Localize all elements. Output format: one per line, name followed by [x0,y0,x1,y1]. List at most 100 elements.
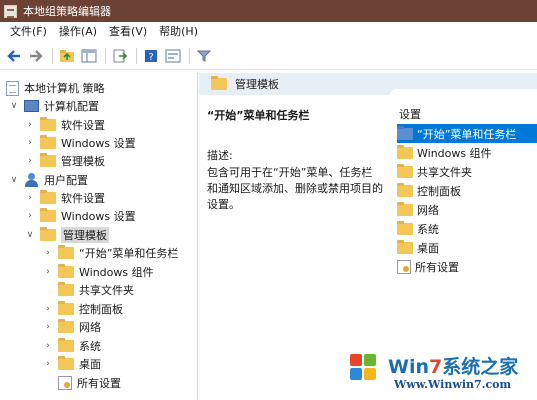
chevron-down-icon[interactable]: ∨ [24,230,36,240]
computer-icon [24,100,39,112]
chevron-right-icon[interactable]: › [42,267,54,277]
filter-icon[interactable] [194,46,214,66]
tree-user-config-label: 用户配置 [44,174,88,187]
tree-computer-windows-settings[interactable]: › Windows 设置 [24,134,136,152]
tree-user-admin-templates[interactable]: ∨ 管理模板 [24,226,109,244]
policy-document-icon [6,80,19,96]
tree-network[interactable]: › 网络 [42,318,101,336]
folder-icon [40,153,56,167]
settings-column-header[interactable]: 设置 [397,106,537,124]
all-settings-icon [58,376,72,390]
chevron-right-icon[interactable]: › [42,304,54,314]
toolbar: ? [0,42,537,70]
list-item[interactable]: 网络 [397,200,537,219]
menu-help[interactable]: 帮助(H) [153,22,204,42]
folder-icon [40,117,56,131]
list-item-label: 所有设置 [415,260,459,274]
tree-control-panel[interactable]: › 控制面板 [42,300,123,318]
tree-user-windows-settings[interactable]: › Windows 设置 [24,207,136,225]
tree-root[interactable]: 本地计算机 策略 [6,79,105,97]
folder-icon [397,201,413,216]
list-item-label: 共享文件夹 [417,165,472,179]
list-item[interactable]: 桌面 [397,238,537,257]
folder-icon [40,208,56,222]
tree-item-label: Windows 设置 [61,210,136,223]
tree-root-label: 本地计算机 策略 [24,82,105,95]
chevron-right-icon[interactable]: › [24,138,36,148]
policy-editor-app-icon [4,4,17,18]
menu-view[interactable]: 查看(V) [103,22,153,42]
tree-item-label: Windows 组件 [79,266,154,279]
tree-desktop[interactable]: › 桌面 [42,355,101,373]
export-list-icon[interactable] [110,46,130,66]
tree-all-settings[interactable]: 所有设置 [58,374,121,392]
folder-icon [58,282,74,296]
extended-tab-edge [389,89,537,103]
list-item-label: 控制面板 [417,184,461,198]
tree-item-label: 系统 [79,340,101,353]
tree-system[interactable]: › 系统 [42,337,101,355]
chevron-right-icon[interactable]: › [42,248,54,258]
navigation-tree: 本地计算机 策略 ∨ 计算机配置 › 软件设置 › Windows 设置 › 管… [0,73,198,400]
folder-icon [58,319,74,333]
chevron-right-icon[interactable]: › [42,322,54,332]
svg-text:?: ? [148,52,153,63]
folder-icon [397,144,413,159]
list-item[interactable]: 所有设置 [397,257,537,276]
properties-icon[interactable] [163,46,183,66]
tree-computer-config[interactable]: ∨ 计算机配置 [8,97,99,115]
description-text: 包含可用于在“开始”菜单、任务栏和通知区域添加、删除或禁用项目的设置。 [207,166,383,211]
chevron-right-icon[interactable]: › [24,120,36,130]
list-item-label: “开始”菜单和任务栏 [417,127,517,141]
tree-item-label: 桌面 [79,358,101,371]
list-item[interactable]: 系统 [397,219,537,238]
list-item[interactable]: “开始”菜单和任务栏 [397,124,537,143]
folder-icon [58,338,74,352]
back-icon[interactable] [4,46,24,66]
chevron-down-icon[interactable]: ∨ [8,175,20,185]
show-hide-tree-icon[interactable] [79,46,99,66]
tree-computer-software[interactable]: › 软件设置 [24,116,105,134]
chevron-right-icon[interactable]: › [24,156,36,166]
tree-item-label: 管理模板 [61,227,109,243]
menu-action[interactable]: 操作(A) [53,22,103,42]
tree-start-menu-taskbar[interactable]: › “开始”菜单和任务栏 [42,244,178,262]
list-item[interactable]: 控制面板 [397,181,537,200]
tree-item-label: “开始”菜单和任务栏 [79,247,179,260]
list-item-label: 桌面 [417,241,439,255]
folder-icon [58,245,74,259]
toolbar-divider [52,47,53,64]
list-item[interactable]: 共享文件夹 [397,162,537,181]
chevron-right-icon[interactable]: › [24,193,36,203]
chevron-right-icon[interactable]: › [24,211,36,221]
list-item-label: 系统 [417,222,439,236]
tree-shared-folders[interactable]: 共享文件夹 [58,281,134,299]
tree-computer-admin-templates[interactable]: › 管理模板 [24,152,105,170]
tree-item-label: 控制面板 [79,303,123,316]
folder-icon [397,163,413,178]
chevron-right-icon[interactable]: › [42,341,54,351]
toolbar-divider [189,47,190,64]
forward-icon[interactable] [26,46,46,66]
help-icon[interactable]: ? [141,46,161,66]
toolbar-divider [105,47,106,64]
tree-user-software[interactable]: › 软件设置 [24,189,105,207]
tree-windows-components[interactable]: › Windows 组件 [42,263,154,281]
folder-icon [397,220,413,235]
chevron-down-icon[interactable]: ∨ [8,101,20,111]
menu-file[interactable]: 文件(F) [4,22,53,42]
tree-item-label: 共享文件夹 [79,284,134,297]
folder-icon [397,125,413,140]
folder-up-icon[interactable] [57,46,77,66]
watermark-url: Www.Winwin7.com [394,378,512,391]
folder-icon [397,239,413,254]
list-item-label: Windows 组件 [417,146,492,160]
tree-user-config[interactable]: ∨ 用户配置 [8,171,88,189]
tree-computer-config-label: 计算机配置 [44,100,99,113]
folder-icon [58,356,74,370]
list-item[interactable]: Windows 组件 [397,143,537,162]
chevron-right-icon[interactable]: › [42,359,54,369]
folder-icon [40,135,56,149]
title-bar: 本地组策略编辑器 [0,0,537,22]
all-settings-icon [397,259,411,274]
